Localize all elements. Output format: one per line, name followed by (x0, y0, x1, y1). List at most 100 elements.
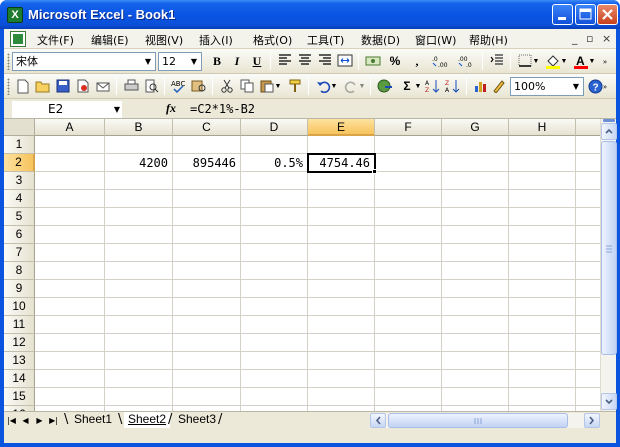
scroll-left-button[interactable] (370, 413, 386, 428)
email-button[interactable] (94, 78, 112, 95)
row-header-5[interactable]: 5 (4, 208, 35, 226)
chevron-down-icon[interactable]: ▼ (114, 101, 120, 118)
menu-view[interactable]: 视图(V) (145, 32, 183, 48)
column-header-e[interactable]: E (308, 119, 375, 136)
bold-button[interactable]: B (208, 53, 226, 70)
last-sheet-icon[interactable]: ▶| (48, 414, 59, 427)
comma-button[interactable]: , (408, 53, 426, 70)
copy-button[interactable] (238, 78, 256, 95)
menu-edit[interactable]: 编辑(E) (91, 32, 129, 48)
research-button[interactable] (190, 78, 208, 95)
chevron-down-icon[interactable]: ▼ (569, 78, 583, 95)
font-size-combo[interactable]: 12 ▼ (158, 52, 202, 71)
chevron-down-icon[interactable]: ▼ (141, 53, 155, 70)
menu-format[interactable]: 格式(O) (253, 32, 292, 48)
print-preview-button[interactable] (142, 78, 160, 95)
row-header-4[interactable]: 4 (4, 190, 35, 208)
row-header-7[interactable]: 7 (4, 244, 35, 262)
column-header-g[interactable]: G (442, 119, 509, 136)
increase-indent-button[interactable] (488, 53, 506, 70)
name-box[interactable]: E2 ▼ (12, 101, 122, 118)
percent-button[interactable]: % (386, 53, 404, 70)
select-all-corner[interactable] (4, 119, 35, 136)
prev-sheet-icon[interactable]: ◀ (20, 414, 31, 427)
chart-wizard-button[interactable] (472, 78, 490, 95)
font-name-combo[interactable]: 宋体 ▼ (12, 52, 156, 71)
maximize-button[interactable] (575, 4, 596, 25)
column-header-c[interactable]: C (173, 119, 241, 136)
spelling-button[interactable]: ABC (170, 78, 188, 95)
doc-close-icon[interactable]: × (602, 32, 611, 45)
chevron-down-icon[interactable]: ▼ (560, 53, 568, 70)
align-center-button[interactable] (296, 53, 314, 70)
new-button[interactable] (14, 78, 32, 95)
menu-tools[interactable]: 工具(T) (307, 32, 344, 48)
menu-data[interactable]: 数据(D) (361, 32, 400, 48)
format-painter-button[interactable] (286, 78, 304, 95)
column-header-b[interactable]: B (105, 119, 173, 136)
toolbar-options-icon[interactable]: » (600, 78, 610, 95)
menu-help[interactable]: 帮助(H) (469, 32, 508, 48)
cell-b2[interactable]: 4200 (105, 154, 172, 172)
scroll-down-button[interactable] (601, 393, 617, 410)
chevron-down-icon[interactable]: ▼ (414, 78, 422, 95)
fill-handle[interactable] (372, 169, 377, 174)
row-header-12[interactable]: 12 (4, 334, 35, 352)
minimize-button[interactable] (552, 4, 573, 25)
chevron-down-icon[interactable]: ▼ (532, 53, 540, 70)
row-header-8[interactable]: 8 (4, 262, 35, 280)
drawing-button[interactable] (490, 78, 508, 95)
toolbar-grip[interactable] (7, 53, 10, 70)
row-header-1[interactable]: 1 (4, 136, 35, 154)
zoom-combo[interactable]: 100% ▼ (510, 77, 584, 96)
column-header-h[interactable]: H (509, 119, 576, 136)
align-right-button[interactable] (316, 53, 334, 70)
close-button[interactable] (597, 4, 618, 25)
decrease-decimal-button[interactable]: .00.0 (456, 53, 478, 70)
row-header-2[interactable]: 2 (4, 154, 35, 172)
underline-button[interactable]: U (248, 53, 266, 70)
row-header-11[interactable]: 11 (4, 316, 35, 334)
title-bar[interactable]: X Microsoft Excel - Book1 (0, 0, 620, 29)
chevron-down-icon[interactable]: ▼ (274, 78, 282, 95)
menu-window[interactable]: 窗口(W) (415, 32, 456, 48)
print-button[interactable] (122, 78, 140, 95)
merge-center-button[interactable] (336, 53, 354, 70)
excel-app-icon[interactable]: X (7, 7, 23, 23)
currency-button[interactable] (364, 53, 382, 70)
chevron-down-icon[interactable]: ▼ (588, 53, 596, 70)
row-header-3[interactable]: 3 (4, 172, 35, 190)
toolbar-options-icon[interactable]: » (600, 53, 610, 70)
cut-button[interactable] (218, 78, 236, 95)
menu-file[interactable]: 文件(F) (37, 32, 74, 48)
scroll-up-button[interactable] (601, 123, 617, 140)
open-button[interactable] (34, 78, 52, 95)
column-header-a[interactable]: A (35, 119, 105, 136)
function-icon[interactable]: fx (166, 101, 176, 116)
italic-button[interactable]: I (228, 53, 246, 70)
first-sheet-icon[interactable]: |◀ (6, 414, 17, 427)
save-button[interactable] (54, 78, 72, 95)
split-box[interactable] (603, 119, 615, 122)
increase-decimal-button[interactable]: .0.00 (430, 53, 452, 70)
chevron-down-icon[interactable]: ▼ (187, 53, 201, 70)
row-header-14[interactable]: 14 (4, 370, 35, 388)
formula-input[interactable]: =C2*1%-B2 (190, 102, 255, 116)
cell-d2[interactable]: 0.5% (241, 154, 307, 172)
scroll-right-button[interactable] (584, 413, 600, 428)
chevron-down-icon[interactable]: ▼ (358, 78, 366, 95)
row-header-9[interactable]: 9 (4, 280, 35, 298)
sheet-tab-sheet3[interactable]: Sheet3 (174, 412, 220, 428)
vertical-scroll-thumb[interactable] (601, 141, 617, 355)
vertical-scrollbar[interactable] (600, 119, 617, 411)
column-header-f[interactable]: F (375, 119, 442, 136)
horizontal-scrollbar[interactable] (370, 413, 600, 428)
sort-descending-button[interactable]: ZA (444, 78, 462, 95)
workbook-icon[interactable] (10, 31, 26, 47)
hyperlink-button[interactable] (376, 78, 394, 95)
align-left-button[interactable] (276, 53, 294, 70)
sort-ascending-button[interactable]: AZ (424, 78, 442, 95)
doc-minimize-icon[interactable]: _ (572, 32, 578, 45)
cell-c2[interactable]: 895446 (173, 154, 240, 172)
chevron-down-icon[interactable]: ▼ (330, 78, 338, 95)
